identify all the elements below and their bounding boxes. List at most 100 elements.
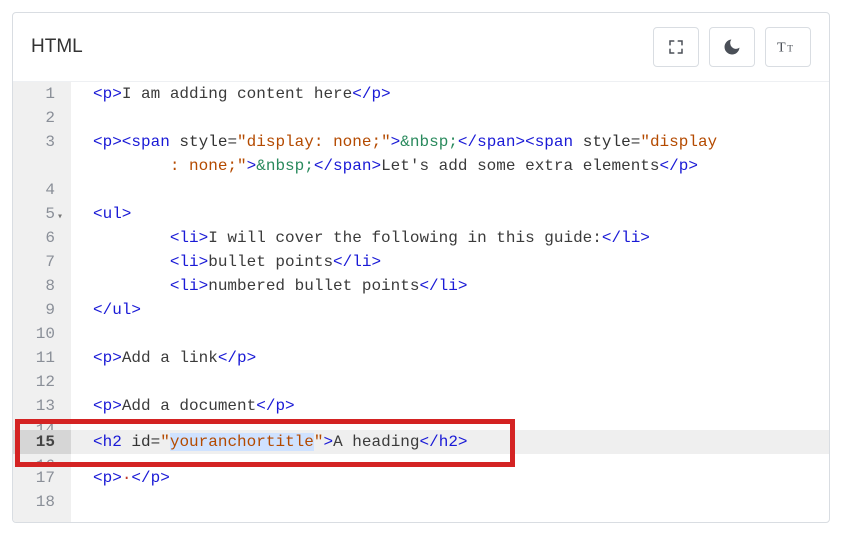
line-number: 4 (13, 178, 59, 202)
code-token: "display (640, 133, 717, 151)
code-token: <ul> (93, 205, 131, 223)
fold-gutter (59, 346, 71, 370)
code-token: id (131, 433, 150, 451)
code-content[interactable]: <p><span style="display: none;">&nbsp;</… (71, 130, 717, 154)
code-content[interactable]: <li>I will cover the following in this g… (71, 226, 650, 250)
code-token: Add a link (122, 349, 218, 367)
code-token: <li> (170, 253, 208, 271)
code-token: · (122, 469, 132, 487)
fold-gutter (59, 394, 71, 418)
code-line[interactable]: 11 <p>Add a link</p> (13, 346, 829, 370)
code-token: "display: none;" (237, 133, 391, 151)
code-content[interactable] (71, 418, 93, 430)
code-line[interactable]: 3<p><span style="display: none;">&nbsp;<… (13, 130, 829, 154)
editor-body[interactable]: 1 <p>I am adding content here</p> 23 <p><sp… (13, 81, 829, 522)
code-content[interactable]: : none;">&nbsp;</span>Let's add some ext… (71, 154, 698, 178)
code-content[interactable] (71, 106, 93, 130)
code-token: </p> (131, 469, 169, 487)
code-token: </span> (314, 157, 381, 175)
code-line[interactable]: 9</ul> (13, 298, 829, 322)
fold-gutter (59, 298, 71, 322)
code-line[interactable]: 16 (13, 454, 829, 466)
code-line[interactable]: 5▾<ul> (13, 202, 829, 226)
fullscreen-icon (667, 38, 685, 56)
fold-gutter (59, 178, 71, 202)
line-number: 14 (13, 418, 59, 430)
code-line[interactable]: 6 <li>I will cover the following in this… (13, 226, 829, 250)
fold-gutter (59, 106, 71, 130)
code-content[interactable] (71, 490, 93, 514)
fold-gutter (59, 274, 71, 298)
code-content[interactable]: <h2 id="youranchortitle">A heading</h2> (71, 430, 468, 454)
line-number: 16 (13, 454, 59, 466)
fullscreen-button[interactable] (653, 27, 699, 67)
code-token: style (179, 133, 227, 151)
code-content[interactable] (71, 178, 93, 202)
code-content[interactable]: <p>Add a link</p> (71, 346, 256, 370)
code-line[interactable]: 2 (13, 106, 829, 130)
code-content[interactable]: <p>I am adding content here</p> (71, 82, 391, 106)
textstyle-button[interactable]: T T (765, 27, 811, 67)
code-content[interactable] (71, 370, 93, 394)
line-number: 1 (13, 82, 59, 106)
line-number: 11 (13, 346, 59, 370)
code-token: <li> (170, 277, 208, 295)
code-line[interactable]: 12 (13, 370, 829, 394)
code-content[interactable]: <p>Add a document</p> (71, 394, 295, 418)
code-line[interactable]: 18 (13, 490, 829, 514)
code-token: </li> (419, 277, 467, 295)
code-content[interactable] (71, 454, 93, 466)
code-line[interactable]: 8 <li>numbered bullet points</li> (13, 274, 829, 298)
fold-gutter (59, 226, 71, 250)
code-token: <li> (170, 229, 208, 247)
code-content[interactable]: <ul> (71, 202, 131, 226)
code-token: <p><span (93, 133, 170, 151)
code-token: > (323, 433, 333, 451)
fold-gutter[interactable]: ▾ (59, 202, 71, 226)
code-token: </li> (602, 229, 650, 247)
code-token (170, 133, 180, 151)
code-content[interactable]: <li>bullet points</li> (71, 250, 381, 274)
code-token: <p> (93, 397, 122, 415)
code-line[interactable]: 1 <p>I am adding content here</p> (13, 82, 829, 106)
code-token: = (631, 133, 641, 151)
line-number: 2 (13, 106, 59, 130)
fold-gutter (59, 418, 71, 430)
code-token: </p> (352, 85, 390, 103)
line-number: 8 (13, 274, 59, 298)
code-token: = (151, 433, 161, 451)
html-editor-panel: HTML T T 1<p>I am adding content her (12, 12, 830, 523)
code-token: > (247, 157, 257, 175)
code-line[interactable]: : none;">&nbsp;</span>Let's add some ext… (13, 154, 829, 178)
fold-gutter (59, 82, 71, 106)
line-number: 15 (13, 430, 59, 454)
moon-icon (722, 37, 742, 57)
fold-gutter (59, 370, 71, 394)
fold-gutter (59, 130, 71, 154)
fold-gutter (59, 154, 71, 178)
code-line[interactable]: 13<p>Add a document</p> (13, 394, 829, 418)
code-token: </li> (333, 253, 381, 271)
line-number: 7 (13, 250, 59, 274)
code-content[interactable] (71, 322, 93, 346)
code-token: style (583, 133, 631, 151)
darkmode-button[interactable] (709, 27, 755, 67)
code-line[interactable]: 10 (13, 322, 829, 346)
code-line[interactable]: 4 (13, 178, 829, 202)
svg-text:T: T (777, 40, 786, 56)
code-line[interactable]: 17<p>·</p> (13, 466, 829, 490)
code-line[interactable]: 7 <li>bullet points</li> (13, 250, 829, 274)
line-number: 3 (13, 130, 59, 154)
header-actions: T T (653, 27, 811, 67)
fold-gutter (59, 250, 71, 274)
code-area[interactable]: 1 <p>I am adding content here</p> 23 <p><sp… (13, 82, 829, 514)
code-content[interactable]: </ul> (71, 298, 141, 322)
code-content[interactable]: <p>·</p> (71, 466, 170, 490)
line-number: 10 (13, 322, 59, 346)
code-content[interactable]: <li>numbered bullet points</li> (71, 274, 467, 298)
code-line[interactable]: 14 (13, 418, 829, 430)
fold-gutter (59, 454, 71, 466)
line-number: 18 (13, 490, 59, 514)
code-token: Let's add some extra elements (381, 157, 659, 175)
code-line-active[interactable]: 15 <h2 id="youranchortitle">A heading</h2… (13, 430, 829, 454)
